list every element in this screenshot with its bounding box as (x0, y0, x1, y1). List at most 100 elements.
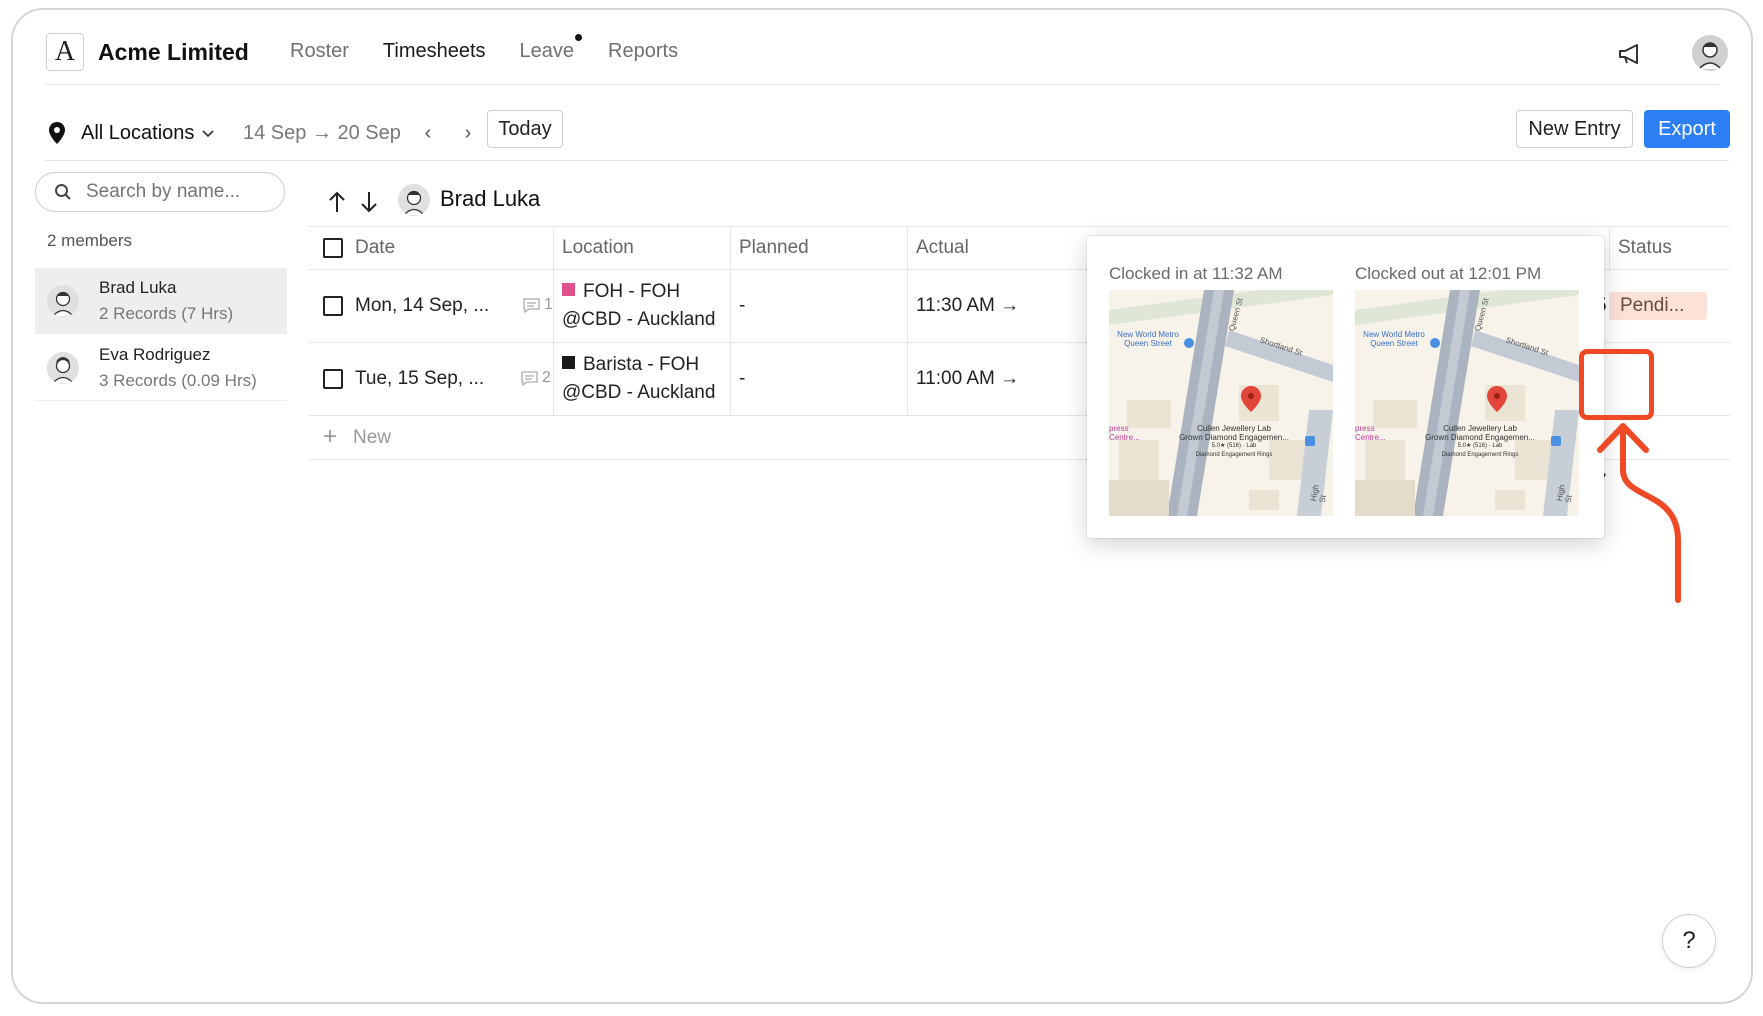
user-avatar[interactable] (1692, 35, 1728, 71)
column-divider (907, 227, 908, 271)
comment-icon (521, 370, 538, 386)
comment-count-value: 2 (542, 369, 551, 386)
map-poi-centre: Centre... (1109, 433, 1140, 442)
sort-descending-icon[interactable] (359, 190, 379, 214)
column-divider (730, 343, 731, 416)
megaphone-icon[interactable] (1617, 43, 1645, 65)
member-item-eva-rodriguez[interactable]: Eva Rodriguez 3 Records (0.09 Hrs) (35, 335, 287, 401)
map-poi-name: Cullen Jewellery Lab (1197, 424, 1271, 433)
avatar (398, 184, 430, 216)
comment-icon (523, 297, 540, 313)
row-location: Barista - FOH @CBD - Auckland (562, 351, 715, 407)
row-planned: - (739, 295, 746, 316)
map-station-sub: Queen Street (1370, 339, 1418, 348)
location-select-label: All Locations (81, 122, 195, 144)
column-divider (553, 227, 554, 271)
new-entry-label: New (353, 427, 392, 448)
export-button[interactable]: Export (1644, 110, 1730, 148)
comment-count[interactable]: 1 (523, 296, 553, 314)
column-divider (730, 270, 731, 343)
chevron-down-icon (202, 129, 214, 137)
location-select[interactable]: All Locations (81, 122, 214, 145)
divider (45, 84, 1719, 85)
search-field[interactable] (35, 172, 285, 212)
app-window: A Acme Limited Roster Timesheets Leave R… (11, 8, 1753, 1004)
column-header-status[interactable]: Status (1618, 237, 1672, 259)
clock-in-map[interactable]: New World Metro Queen Street Queen St Sh… (1109, 290, 1333, 516)
comment-count-value: 1 (544, 296, 553, 313)
sort-ascending-icon[interactable] (327, 190, 347, 214)
annotation-highlight-box (1579, 349, 1654, 420)
top-navigation: A Acme Limited Roster Timesheets Leave R… (13, 10, 1751, 85)
column-header-location[interactable]: Location (562, 237, 634, 259)
column-header-date[interactable]: Date (355, 237, 395, 259)
map-poi-rating: 5.0★ (516) · Lab (1211, 443, 1257, 449)
member-name: Brad Luka (99, 277, 177, 297)
location-line2: @CBD - Auckland (562, 382, 716, 403)
row-location: FOH - FOH @CBD - Auckland (562, 278, 715, 334)
column-header-actual[interactable]: Actual (916, 237, 969, 259)
nav-roster[interactable]: Roster (290, 40, 349, 63)
brand-logo[interactable]: A (46, 33, 84, 71)
search-input[interactable] (86, 181, 266, 203)
map-poi-sub: Diamond Engagement Rings (1195, 452, 1273, 458)
brand-name: Acme Limited (98, 39, 249, 65)
search-icon (55, 184, 71, 200)
member-item-brad-luka[interactable]: Brad Luka 2 Records (7 Hrs) (35, 268, 287, 334)
status-badge[interactable]: Pendi... (1609, 292, 1707, 320)
location-pin-icon (49, 122, 65, 144)
selected-member-name: Brad Luka (440, 186, 541, 211)
map-poi-rating: 5.0★ (516) · Lab (1457, 443, 1503, 449)
row-actual: 11:00 AM → (916, 368, 1020, 389)
row-date: Tue, 15 Sep, ... (355, 368, 485, 389)
row-date: Mon, 14 Sep, ... (355, 295, 490, 316)
nav-leave-label: Leave (519, 40, 575, 62)
location-color-swatch (562, 356, 575, 369)
date-range: 14 Sep → 20 Sep (243, 122, 401, 144)
nav-timesheets[interactable]: Timesheets (383, 40, 486, 63)
column-header-planned[interactable]: Planned (739, 237, 809, 259)
location-color-swatch (562, 283, 575, 296)
member-records: 3 Records (0.09 Hrs) (99, 370, 257, 390)
column-divider (907, 270, 908, 343)
location-line1: FOH - FOH (583, 281, 681, 302)
help-button[interactable]: ? (1662, 914, 1716, 968)
row-checkbox[interactable] (323, 296, 343, 316)
map-poi-centre: Centre... (1355, 433, 1386, 442)
map-poi-desc: Grown Diamond Engagemen... (1425, 433, 1535, 442)
location-line1: Barista - FOH (583, 354, 700, 375)
map-poi-express: press (1109, 424, 1129, 433)
column-divider (730, 227, 731, 271)
comment-count[interactable]: 2 (521, 369, 551, 387)
map-station-sub: Queen Street (1124, 339, 1172, 348)
clock-out-map[interactable]: New World Metro Queen Street Queen St Sh… (1355, 290, 1579, 516)
map-poi-name: Cullen Jewellery Lab (1443, 424, 1517, 433)
main-nav: Roster Timesheets Leave Reports (290, 34, 712, 63)
map-station-label: New World Metro (1117, 330, 1179, 339)
notification-dot (575, 34, 583, 41)
column-divider (1609, 227, 1610, 271)
row-planned: - (739, 368, 746, 389)
member-name: Eva Rodriguez (99, 344, 211, 364)
location-line2: @CBD - Auckland (562, 309, 716, 330)
member-records: 2 Records (7 Hrs) (99, 303, 234, 323)
row-checkbox[interactable] (323, 369, 343, 389)
clock-in-label: Clocked in at 11:32 AM (1109, 264, 1283, 283)
nav-leave[interactable]: Leave (519, 34, 583, 63)
column-divider (553, 270, 554, 343)
plus-icon: + (323, 423, 338, 450)
map-poi-desc: Grown Diamond Engagemen... (1179, 433, 1289, 442)
avatar (47, 351, 79, 384)
previous-week-button[interactable]: ‹ (418, 122, 438, 145)
members-count: 2 members (47, 231, 133, 250)
nav-reports[interactable]: Reports (608, 40, 678, 63)
map-station-label: New World Metro (1363, 330, 1425, 339)
map-poi-express: press (1355, 424, 1375, 433)
select-all-checkbox[interactable] (323, 238, 343, 258)
today-button[interactable]: Today (487, 110, 563, 148)
shopping-icon (1305, 436, 1315, 446)
next-week-button[interactable]: › (458, 122, 478, 145)
new-entry-button[interactable]: New Entry (1516, 110, 1633, 148)
clock-location-popover: Clocked in at 11:32 AM Clocked out at 12… (1087, 236, 1604, 538)
column-divider (553, 343, 554, 416)
